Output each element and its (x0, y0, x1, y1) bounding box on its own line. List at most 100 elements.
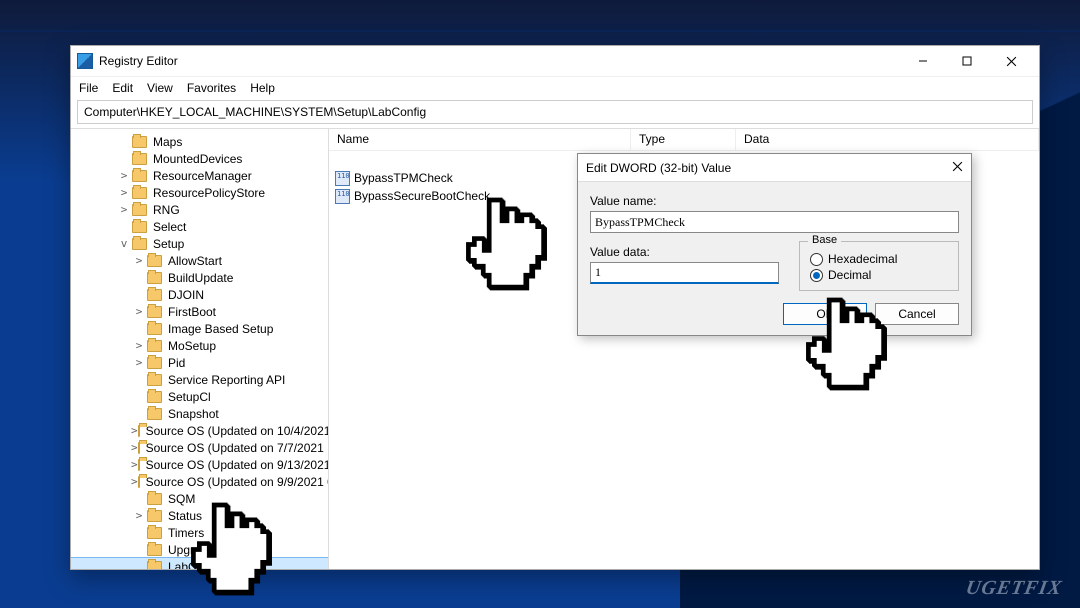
tree-item[interactable]: > Source OS (Updated on 10/4/2021 0 (71, 422, 328, 439)
tree-item-label: Source OS (Updated on 7/7/2021 14 (144, 441, 329, 455)
dword-icon (335, 171, 350, 186)
radio-hexadecimal[interactable]: Hexadecimal (810, 252, 948, 266)
tree-item-label: MoSetup (166, 339, 218, 353)
expand-icon[interactable]: > (131, 458, 138, 471)
tree-item[interactable]: Select (71, 218, 328, 235)
value-data-input[interactable] (590, 262, 779, 284)
value-name-label: Value name: (590, 194, 959, 208)
maximize-button[interactable] (945, 46, 989, 76)
folder-icon (147, 272, 162, 284)
col-type[interactable]: Type (631, 129, 736, 150)
folder-icon (147, 561, 162, 570)
tree-item[interactable]: SetupCl (71, 388, 328, 405)
tree-item-label: LabConfig (166, 560, 225, 570)
expand-icon[interactable]: > (116, 169, 132, 182)
folder-icon (132, 153, 147, 165)
expand-icon[interactable]: > (131, 356, 147, 369)
value-data-label: Value data: (590, 245, 779, 259)
tree-item-label: ResourcePolicyStore (151, 186, 267, 200)
tree-item[interactable]: LabConfig (71, 558, 328, 569)
dialog-titlebar[interactable]: Edit DWORD (32-bit) Value (578, 154, 971, 182)
menubar: File Edit View Favorites Help (71, 76, 1039, 98)
folder-icon (147, 306, 162, 318)
tree-item-label: Service Reporting API (166, 373, 287, 387)
menu-favorites[interactable]: Favorites (187, 81, 236, 95)
expand-icon[interactable]: v (116, 237, 132, 250)
tree-item[interactable]: > MoSetup (71, 337, 328, 354)
folder-icon (138, 476, 140, 488)
folder-icon (132, 187, 147, 199)
expand-icon[interactable]: > (116, 186, 132, 199)
tree-item[interactable]: >Status (71, 507, 328, 524)
tree-item[interactable]: >RNG (71, 201, 328, 218)
watermark: UGETFIX (966, 577, 1062, 600)
folder-icon (147, 493, 162, 505)
tree-item[interactable]: vSetup (71, 235, 328, 252)
folder-icon (132, 221, 147, 233)
close-button[interactable] (989, 46, 1033, 76)
tree-item[interactable]: Snapshot (71, 405, 328, 422)
tree-item[interactable]: > Pid (71, 354, 328, 371)
expand-icon[interactable]: > (116, 203, 132, 216)
base-group: Base Hexadecimal Decimal (799, 241, 959, 291)
expand-icon[interactable]: > (131, 475, 138, 488)
values-headers[interactable]: Name Type Data (329, 129, 1039, 151)
value-name-input[interactable] (590, 211, 959, 233)
col-data[interactable]: Data (736, 129, 1039, 150)
tree-item[interactable]: > Source OS (Updated on 7/7/2021 14 (71, 439, 328, 456)
tree-item[interactable]: Upgrade (71, 541, 328, 558)
dialog-close-icon[interactable] (952, 161, 963, 175)
expand-icon[interactable]: > (131, 305, 147, 318)
expand-icon[interactable]: > (131, 339, 147, 352)
folder-icon (147, 323, 162, 335)
window-title: Registry Editor (99, 54, 901, 68)
tree-item[interactable]: > ResourceManager (71, 167, 328, 184)
tree-item[interactable]: >Source OS (Updated on 9/13/2021 1 (71, 456, 328, 473)
tree-item[interactable]: >AllowStart (71, 252, 328, 269)
tree-item-label: ResourceManager (151, 169, 254, 183)
tree-item[interactable]: BuildUpdate (71, 269, 328, 286)
folder-icon (147, 527, 162, 539)
tree-item[interactable]: SQM (71, 490, 328, 507)
folder-icon (132, 170, 147, 182)
tree-item-label: BuildUpdate (166, 271, 235, 285)
tree-item[interactable]: Image Based Setup (71, 320, 328, 337)
tree-item[interactable]: > FirstBoot (71, 303, 328, 320)
tree-item[interactable]: > ResourcePolicyStore (71, 184, 328, 201)
folder-icon (147, 357, 162, 369)
tree-item-label: Maps (151, 135, 184, 149)
tree-item[interactable]: DJOIN (71, 286, 328, 303)
col-name[interactable]: Name (329, 129, 631, 150)
menu-edit[interactable]: Edit (112, 81, 133, 95)
tree-item[interactable]: Maps (71, 133, 328, 150)
folder-icon (132, 204, 147, 216)
tree-item[interactable]: MountedDevices (71, 150, 328, 167)
folder-icon (147, 391, 162, 403)
expand-icon[interactable]: > (131, 254, 147, 267)
titlebar[interactable]: Registry Editor (71, 46, 1039, 76)
expand-icon[interactable]: > (131, 509, 147, 522)
expand-icon[interactable]: > (131, 424, 138, 437)
dialog-title: Edit DWORD (32-bit) Value (586, 161, 952, 175)
tree-item[interactable]: Service Reporting API (71, 371, 328, 388)
expand-icon[interactable]: > (131, 441, 138, 454)
folder-icon (147, 374, 162, 386)
tree-pane[interactable]: MapsMountedDevices > ResourceManager > Resou… (71, 129, 329, 569)
radio-off-icon (810, 253, 823, 266)
tree-item[interactable]: Timers (71, 524, 328, 541)
folder-icon (147, 255, 162, 267)
menu-help[interactable]: Help (250, 81, 275, 95)
tree-item-label: Select (151, 220, 188, 234)
address-bar[interactable]: Computer\HKEY_LOCAL_MACHINE\SYSTEM\Setup… (77, 100, 1033, 124)
menu-view[interactable]: View (147, 81, 173, 95)
radio-decimal[interactable]: Decimal (810, 268, 948, 282)
tree-item-label: Pid (166, 356, 187, 370)
ok-button[interactable]: OK (783, 303, 867, 325)
dword-icon (335, 189, 350, 204)
tree-item[interactable]: >Source OS (Updated on 9/9/2021 09 (71, 473, 328, 490)
menu-file[interactable]: File (79, 81, 98, 95)
cancel-button[interactable]: Cancel (875, 303, 959, 325)
minimize-button[interactable] (901, 46, 945, 76)
tree-item-label: FirstBoot (166, 305, 218, 319)
tree-item-label: Source OS (Updated on 10/4/2021 0 (144, 424, 329, 438)
